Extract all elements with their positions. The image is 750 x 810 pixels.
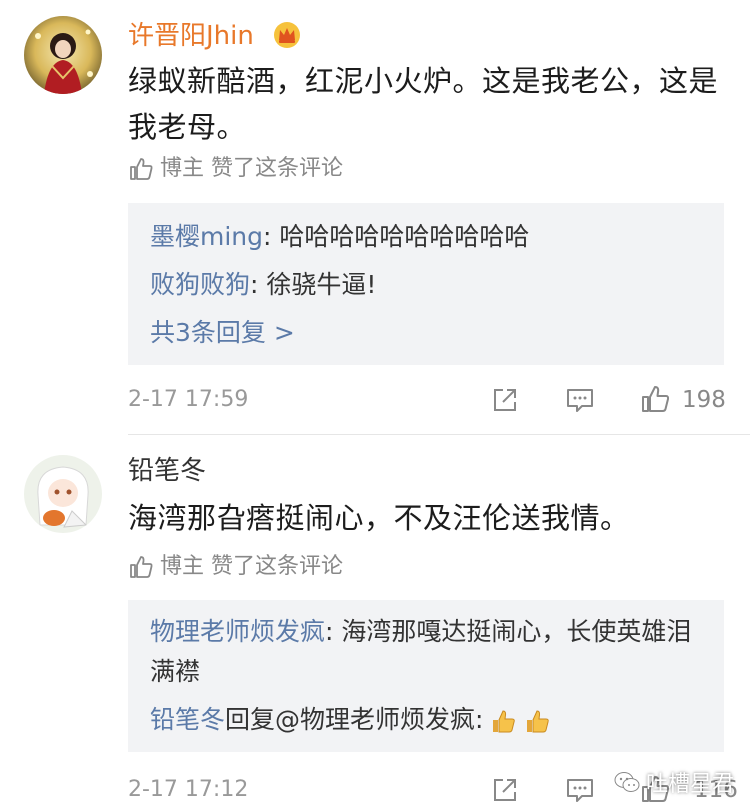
username[interactable]: 铅笔冬 [128,455,206,487]
thumbs-up-emoji-icon [493,710,516,733]
wechat-icon [614,772,640,792]
comment: 铅笔冬 海湾那旮瘩挺闹心，不及汪伦送我情。 博主 赞了这条评论 物理老师烦发疯:… [0,0,750,810]
timestamp: 2-17 17:12 [128,777,249,802]
thumbs-up-icon [130,556,153,578]
reply-item[interactable]: 铅笔冬回复@物理老师烦发疯: [150,700,710,740]
reply-username[interactable]: 物理老师烦发疯 [150,617,325,646]
share-icon[interactable] [490,775,520,805]
watermark-text: 吐槽星君 [645,772,734,797]
thumbs-up-emoji-icon [527,710,550,733]
reply-text: 回复@物理老师烦发疯: [225,705,484,734]
comment-icon[interactable] [565,775,595,805]
reply-box[interactable]: 物理老师烦发疯: 海湾那嘎达挺闹心，长使英雄泪满襟 铅笔冬回复@物理老师烦发疯: [128,600,724,752]
reply-item[interactable]: 物理老师烦发疯: 海湾那嘎达挺闹心，长使英雄泪满襟 [150,612,710,692]
comment-text: 海湾那旮瘩挺闹心，不及汪伦送我情。 [128,501,630,535]
author-liked-label: 博主 赞了这条评论 [128,552,343,582]
watermark: 吐槽星君 [614,766,734,798]
liked-text: 博主 赞了这条评论 [160,554,343,579]
avatar[interactable] [24,455,102,533]
reply-username[interactable]: 铅笔冬 [150,705,225,734]
